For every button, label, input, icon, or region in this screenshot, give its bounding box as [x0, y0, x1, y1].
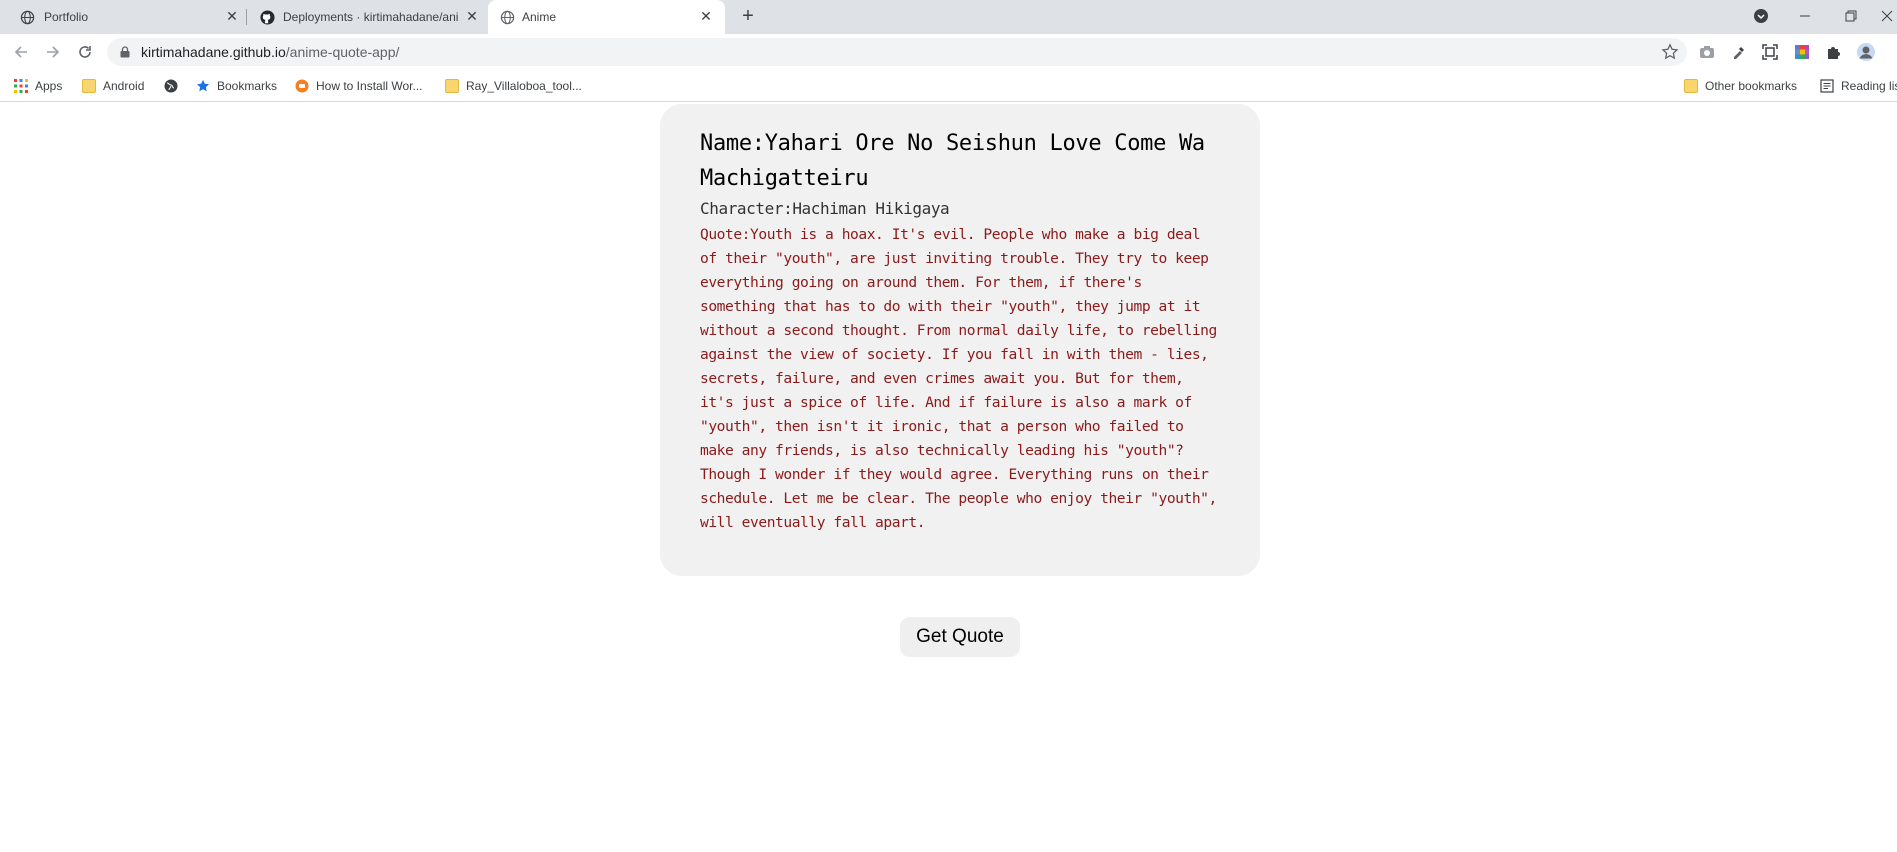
site-icon: [295, 79, 309, 93]
bookmark-label: Other bookmarks: [1705, 79, 1798, 93]
bookmark-label: Reading list: [1841, 79, 1897, 93]
close-icon[interactable]: ✕: [698, 8, 714, 24]
bookmark-globe[interactable]: [164, 78, 185, 94]
bookmark-bookmarks[interactable]: Bookmarks: [196, 78, 277, 94]
tab-search-button[interactable]: [1751, 6, 1771, 26]
close-icon[interactable]: ✕: [224, 8, 240, 24]
close-icon[interactable]: ✕: [464, 8, 480, 24]
new-tab-button[interactable]: +: [738, 6, 758, 27]
globe-icon: [164, 79, 178, 93]
extension-screenshot[interactable]: [1760, 42, 1780, 62]
eyedropper-icon: [1734, 47, 1744, 59]
star-icon: [197, 79, 209, 92]
star-icon[interactable]: [1661, 43, 1679, 61]
folder-icon: [1684, 79, 1698, 93]
extension-color-palette[interactable]: [1792, 42, 1812, 62]
url-text[interactable]: kirtimahadane.github.io/anime-quote-app/: [141, 44, 399, 60]
screenshot-icon: [1762, 44, 1778, 60]
bookmark-label: How to Install Wor...: [316, 79, 423, 93]
arrow-right-icon: [47, 46, 60, 58]
address-bar[interactable]: kirtimahadane.github.io/anime-quote-app/: [107, 38, 1687, 66]
bookmark-label: Ray_Villaloboa_tool...: [466, 79, 582, 93]
lock-icon: [120, 46, 130, 58]
bookmark-other-bookmarks[interactable]: Other bookmarks: [1684, 78, 1797, 94]
bookmarks-bar: Apps Android Bookmarks How to Install Wo…: [0, 70, 1897, 102]
camera-icon: [1700, 46, 1714, 58]
extension-eyedropper[interactable]: [1729, 42, 1749, 62]
github-icon: [260, 10, 275, 25]
close-window-button[interactable]: [1877, 6, 1897, 26]
folder-icon: [82, 79, 96, 93]
color-palette-icon: [1795, 45, 1809, 59]
tab-title: Deployments · kirtimahadane/anime-quote-…: [283, 10, 458, 24]
bookmark-how-to-install[interactable]: How to Install Wor...: [295, 78, 422, 94]
quote-card: Name:Yahari Ore No Seishun Love Come Wa …: [660, 104, 1260, 576]
arrow-left-icon: [14, 46, 27, 58]
tab-portfolio[interactable]: Portfolio ✕: [0, 0, 246, 34]
extension-camera[interactable]: [1697, 42, 1717, 62]
bookmark-label: Android: [103, 79, 145, 93]
minimize-icon: [1800, 15, 1810, 17]
forward-button[interactable]: [41, 40, 65, 64]
anime-name: Name:Yahari Ore No Seishun Love Come Wa …: [700, 131, 1205, 191]
profile-button[interactable]: [1856, 42, 1876, 62]
url-path: /anime-quote-app/: [285, 44, 400, 60]
close-icon: [1881, 10, 1893, 22]
bookmark-ray-villaloboa[interactable]: Ray_Villaloboa_tool...: [445, 78, 582, 94]
tab-strip: Portfolio ✕ Deployments · kirtimahadane/…: [0, 0, 1897, 34]
avatar-icon: [1857, 43, 1875, 61]
quote-text: Quote:Youth is a hoax. It's evil. People…: [700, 226, 1217, 531]
tab-title: Anime: [522, 10, 557, 24]
reload-button[interactable]: [73, 40, 97, 64]
apps-grid-icon: [14, 79, 28, 93]
get-quote-button[interactable]: Get Quote: [900, 617, 1020, 657]
bookmark-android[interactable]: Android: [82, 78, 144, 94]
puzzle-icon: [1828, 47, 1840, 59]
browser-toolbar: kirtimahadane.github.io/anime-quote-app/: [0, 34, 1897, 70]
url-host: kirtimahadane.github.io: [141, 44, 286, 60]
bookmark-reading-list[interactable]: Reading list: [1820, 78, 1897, 94]
globe-icon: [20, 10, 35, 25]
minimize-button[interactable]: [1795, 6, 1815, 26]
bookmark-label: Apps: [35, 79, 63, 93]
tab-title: Portfolio: [44, 10, 89, 24]
tab-deployments[interactable]: Deployments · kirtimahadane/anime-quote-…: [246, 0, 488, 34]
restore-button[interactable]: [1841, 6, 1861, 26]
reading-list-icon: [1820, 79, 1834, 93]
extensions-button[interactable]: [1824, 42, 1844, 62]
reload-icon: [79, 46, 91, 58]
globe-icon: [500, 10, 515, 25]
tab-anime[interactable]: Anime ✕: [488, 0, 725, 34]
folder-icon: [445, 79, 459, 93]
chevron-down-icon: [1754, 9, 1768, 23]
bookmark-label: Bookmarks: [217, 79, 278, 93]
bookmark-apps[interactable]: Apps: [14, 78, 62, 94]
back-button[interactable]: [9, 40, 33, 64]
restore-icon: [1845, 10, 1857, 22]
character-name: Character:Hachiman Hikigaya: [700, 199, 950, 218]
